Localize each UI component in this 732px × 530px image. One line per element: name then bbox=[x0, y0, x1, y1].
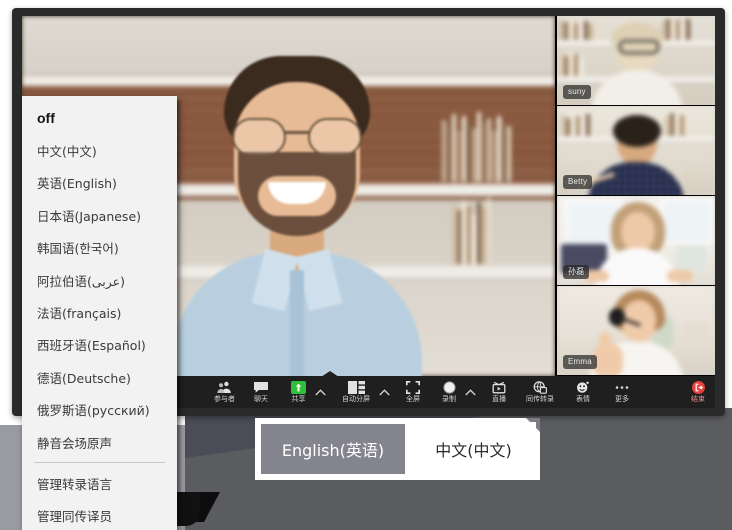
participant-name: 孙磊 bbox=[563, 265, 590, 279]
toolbar-label: 聊天 bbox=[254, 394, 268, 403]
split-view-icon bbox=[347, 380, 365, 394]
reaction-icon bbox=[576, 381, 590, 394]
record-caret-icon[interactable] bbox=[462, 376, 478, 408]
participants-icon bbox=[217, 381, 232, 394]
toolbar-participants-button[interactable]: 参与者 bbox=[208, 376, 241, 408]
fullscreen-icon bbox=[406, 380, 420, 394]
toolbar-label: 自动分屏 bbox=[342, 394, 370, 403]
participant-thumbnail[interactable]: 孙磊 bbox=[557, 196, 715, 285]
eyeglasses-icon bbox=[230, 118, 364, 156]
menu-item-off[interactable]: off bbox=[22, 102, 177, 134]
toolbar-label: 同传转录 bbox=[526, 394, 554, 403]
menu-item-russian[interactable]: 俄罗斯语(русский) bbox=[22, 394, 177, 426]
menu-separator bbox=[34, 462, 165, 464]
language-button-alternate[interactable]: 中文(中文) bbox=[411, 422, 536, 476]
toolbar-label: 全屏 bbox=[406, 394, 420, 403]
menu-item-korean[interactable]: 韩国语(한국어) bbox=[22, 232, 177, 264]
menu-item-french[interactable]: 法语(français) bbox=[22, 296, 177, 328]
menu-item-english[interactable]: 英语(English) bbox=[22, 167, 177, 199]
participant-name: Emma bbox=[563, 355, 597, 369]
presenter-figure bbox=[172, 56, 422, 376]
menu-item-mute-floor[interactable]: 静音会场原声 bbox=[22, 426, 177, 458]
menu-item-japanese[interactable]: 日本语(Japanese) bbox=[22, 199, 177, 231]
menu-item-chinese[interactable]: 中文(中文) bbox=[22, 134, 177, 166]
menu-item-german[interactable]: 德语(Deutsche) bbox=[22, 361, 177, 393]
toolbar-label: 共享 bbox=[291, 394, 306, 403]
split-view-caret-icon[interactable] bbox=[376, 376, 392, 408]
toolbar-label: 录制 bbox=[442, 394, 456, 403]
share-options-caret-icon[interactable] bbox=[312, 376, 328, 408]
leave-meeting-icon bbox=[691, 380, 705, 394]
participant-thumbnail[interactable]: Emma bbox=[557, 286, 715, 375]
toolbar-record-button[interactable]: 录制 bbox=[430, 376, 462, 408]
toolbar-items: 参与者 聊天 共享 自动分屏 全屏 录制 直播 同传转录 表情 更多 bbox=[208, 376, 642, 408]
toolbar-label: 表情 bbox=[576, 394, 590, 403]
interpretation-language-menu: off 中文(中文) 英语(English) 日本语(Japanese) 韩国语… bbox=[22, 96, 177, 530]
toolbar-split-view-button[interactable]: 自动分屏 bbox=[328, 376, 376, 408]
toolbar-chat-button[interactable]: 聊天 bbox=[241, 376, 281, 408]
record-icon bbox=[442, 380, 456, 394]
menu-item-spanish[interactable]: 西班牙语(Español) bbox=[22, 329, 177, 361]
share-screen-icon bbox=[291, 380, 306, 394]
toolbar-share-button[interactable]: 共享 bbox=[281, 376, 312, 408]
toolbar-live-stream-button[interactable]: 直播 bbox=[478, 376, 516, 408]
screenshot-stage: suny Betty 孙磊 Emma 参与者 聊天 共享 自动分屏 全屏 录制 … bbox=[0, 0, 732, 530]
menu-item-manage-interpreters[interactable]: 管理同传译员 bbox=[22, 500, 177, 530]
menu-drop-shadow bbox=[177, 100, 182, 502]
toolbar-label: 直播 bbox=[492, 394, 506, 403]
language-button-selected[interactable]: English(英语) bbox=[259, 422, 407, 476]
participant-name: Betty bbox=[563, 175, 593, 189]
end-meeting-button[interactable]: 结束 bbox=[691, 376, 705, 408]
menu-item-manage-transcription-languages[interactable]: 管理转录语言 bbox=[22, 467, 177, 499]
end-meeting-label: 结束 bbox=[691, 394, 705, 403]
more-icon bbox=[614, 381, 630, 394]
chat-icon bbox=[253, 381, 269, 394]
participant-thumbnail[interactable]: suny bbox=[557, 16, 715, 105]
language-selection-panel: English(英语) 中文(中文) bbox=[255, 418, 540, 480]
toolbar-reaction-button[interactable]: 表情 bbox=[564, 376, 602, 408]
toolbar-fullscreen-button[interactable]: 全屏 bbox=[392, 376, 430, 408]
menu-item-arabic[interactable]: 阿拉伯语(عربى) bbox=[22, 264, 177, 296]
live-stream-icon bbox=[492, 381, 506, 394]
participant-name: suny bbox=[563, 85, 591, 99]
toolbar-label: 更多 bbox=[615, 394, 629, 403]
toolbar-interpretation-button[interactable]: 同传转录 bbox=[516, 376, 564, 408]
participant-thumbnail[interactable]: Betty bbox=[557, 106, 715, 195]
toolbar-more-button[interactable]: 更多 bbox=[602, 376, 642, 408]
interpretation-icon bbox=[533, 380, 547, 394]
toolbar-label: 参与者 bbox=[214, 394, 235, 403]
participant-thumbnail-strip: suny Betty 孙磊 Emma bbox=[557, 16, 715, 376]
